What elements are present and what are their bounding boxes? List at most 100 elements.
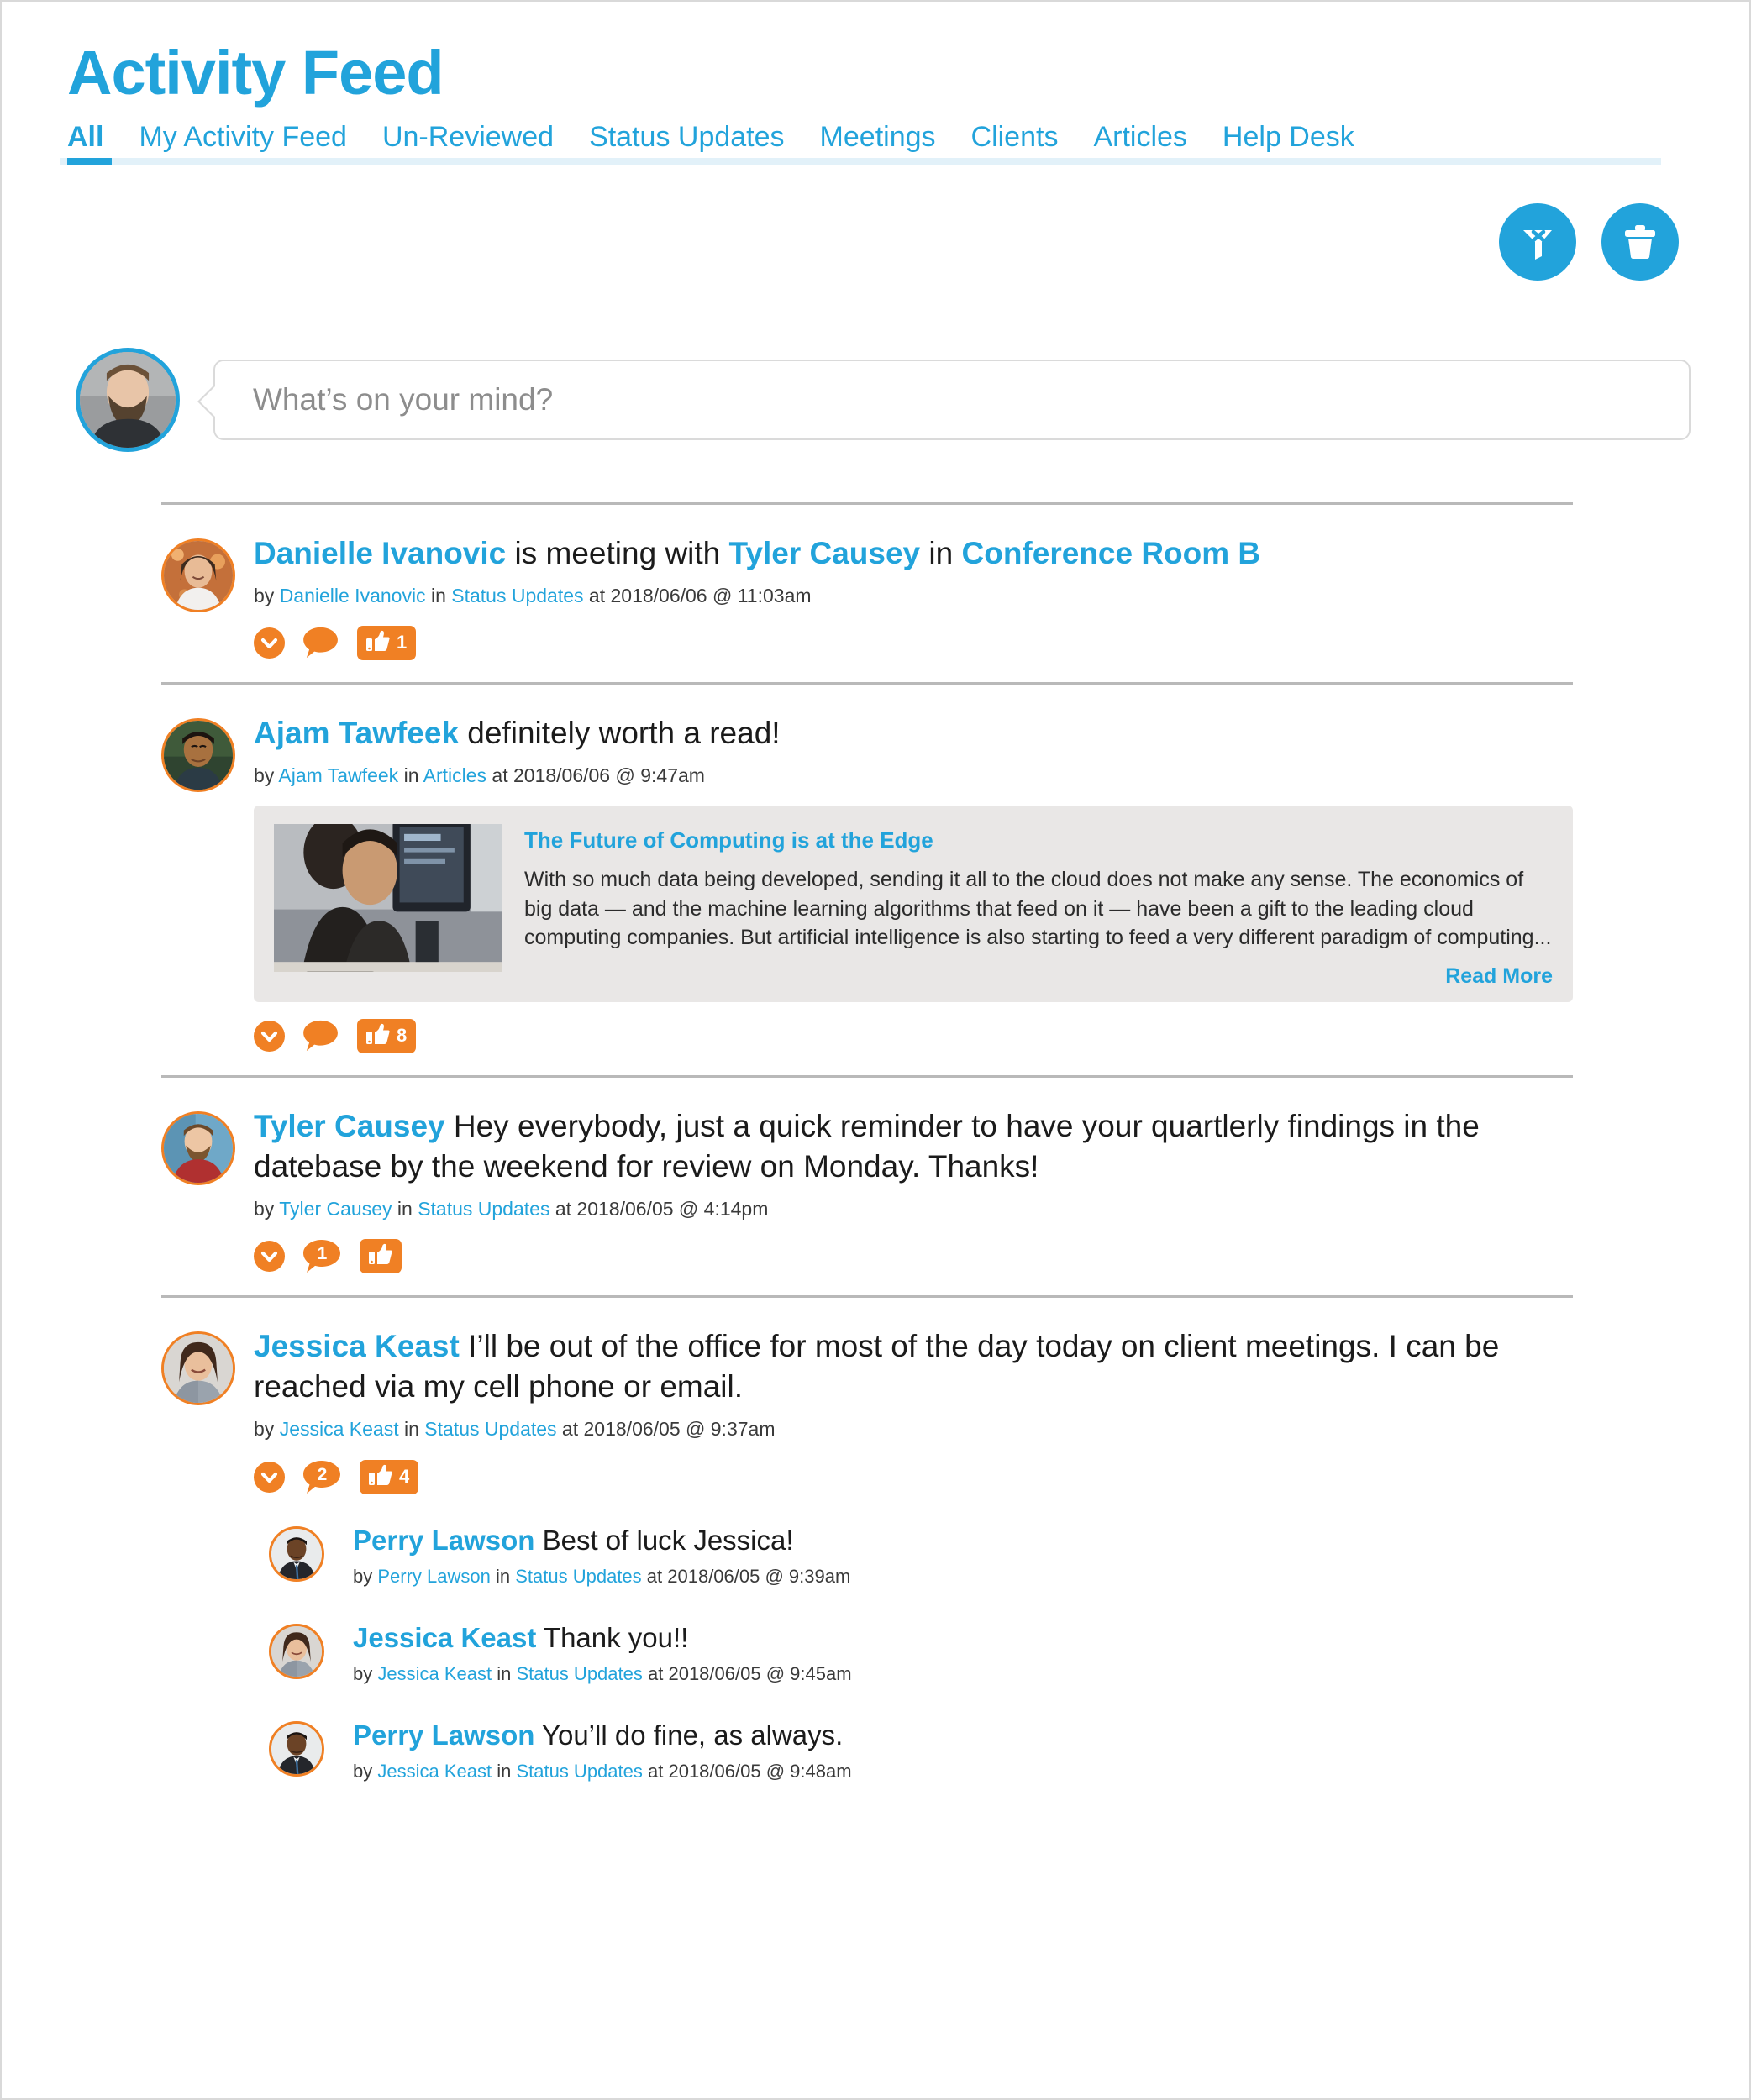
comment-author-link[interactable]: Jessica Keast	[353, 1622, 536, 1653]
article-thumbnail	[274, 824, 502, 973]
meta-in-label: in	[492, 1760, 517, 1782]
post-meta: by Jessica Keast in Status Updates at 20…	[254, 1415, 1573, 1442]
tab-list: All My Activity Feed Un-Reviewed Status Upd…	[67, 122, 1691, 158]
danielle-ivanovic-avatar[interactable]	[161, 538, 235, 612]
meta-author-link[interactable]: Danielle Ivanovic	[280, 585, 426, 606]
meta-timestamp: 2018/06/06 @ 9:47am	[513, 764, 705, 787]
like-button[interactable]: 1	[357, 625, 417, 660]
meta-author-link[interactable]: Ajam Tawfeek	[278, 764, 398, 786]
meta-category-link[interactable]: Status Updates	[424, 1418, 556, 1440]
tab-active-indicator	[67, 157, 112, 165]
article-title[interactable]: The Future of Computing is at the Edge	[524, 827, 1553, 853]
meta-author-link[interactable]: Jessica Keast	[280, 1418, 399, 1440]
ajam-tawfeek-avatar[interactable]	[161, 717, 235, 792]
tab-clients[interactable]: Clients	[971, 122, 1059, 153]
post-action-row: 1	[254, 1239, 1573, 1274]
meta-timestamp: 2018/06/05 @ 9:48am	[668, 1760, 852, 1782]
tab-all[interactable]: All	[67, 122, 103, 153]
meta-category-link[interactable]: Status Updates	[516, 1663, 642, 1684]
read-more-link[interactable]: Read More	[524, 964, 1553, 989]
comment-item: Perry Lawson You’ll do fine, as always. …	[254, 1718, 1573, 1785]
post-action-row: 2 4	[254, 1459, 1573, 1494]
chevron-down-circle-icon	[254, 627, 285, 659]
perry-lawson-avatar[interactable]	[269, 1525, 324, 1582]
comment-text: Perry Lawson Best of luck Jessica!	[353, 1524, 794, 1556]
like-button[interactable]	[360, 1239, 402, 1274]
jessica-keast-avatar[interactable]	[161, 1331, 235, 1406]
comment-author-link[interactable]: Perry Lawson	[353, 1525, 534, 1556]
mention-link[interactable]: Danielle Ivanovic	[254, 536, 506, 570]
jessica-keast-avatar[interactable]	[269, 1623, 324, 1679]
expand-post-button[interactable]	[254, 1461, 285, 1493]
feed-post: Danielle Ivanovic is meeting with Tyler …	[161, 505, 1573, 682]
mention-link[interactable]: Tyler Causey	[254, 1109, 445, 1143]
like-count: 1	[397, 632, 408, 654]
meta-by-label: by	[254, 1418, 280, 1441]
perry-lawson-avatar[interactable]	[269, 1720, 324, 1777]
post-text: Ajam Tawfeek definitely worth a read!	[254, 713, 1573, 753]
tab-un-reviewed[interactable]: Un-Reviewed	[382, 122, 554, 153]
meta-category-link[interactable]: Status Updates	[451, 585, 583, 606]
meta-in-label: in	[492, 1662, 517, 1684]
post-text: Danielle Ivanovic is meeting with Tyler …	[254, 533, 1573, 574]
feed-toolbar	[60, 202, 1691, 281]
current-user-avatar[interactable]	[76, 347, 180, 452]
mention-link[interactable]: Jessica Keast	[254, 1329, 460, 1363]
meta-author-link[interactable]: Perry Lawson	[377, 1566, 491, 1587]
tab-my-activity-feed[interactable]: My Activity Feed	[139, 122, 347, 153]
mention-link[interactable]: Ajam Tawfeek	[254, 716, 459, 750]
composer-input[interactable]: What’s on your mind?	[197, 359, 1691, 440]
meta-category-link[interactable]: Articles	[423, 764, 486, 786]
expand-post-button[interactable]	[254, 627, 285, 659]
meta-category-link[interactable]: Status Updates	[515, 1566, 641, 1587]
comment-meta: by Jessica Keast in Status Updates at 20…	[353, 1662, 1573, 1688]
tab-meetings[interactable]: Meetings	[820, 122, 936, 153]
meta-at-label: at	[642, 1760, 669, 1782]
comment-text: Perry Lawson You’ll do fine, as always.	[353, 1719, 844, 1751]
meta-by-label: by	[353, 1760, 378, 1782]
activity-feed-list: Danielle Ivanovic is meeting with Tyler …	[60, 501, 1691, 1812]
meta-in-label: in	[398, 764, 423, 787]
comment-button[interactable]	[303, 627, 339, 659]
meta-author-link[interactable]: Tyler Causey	[279, 1198, 392, 1220]
article-preview-card[interactable]: The Future of Computing is at the Edge W…	[254, 806, 1573, 1002]
meta-by-label: by	[254, 584, 280, 606]
meta-by-label: by	[353, 1662, 378, 1684]
comment-author-link[interactable]: Perry Lawson	[353, 1719, 534, 1751]
composer-placeholder: What’s on your mind?	[253, 381, 554, 417]
meta-timestamp: 2018/06/06 @ 11:03am	[610, 584, 812, 606]
meta-at-label: at	[556, 1418, 584, 1441]
thumbs-up-icon	[369, 1243, 392, 1269]
mention-link[interactable]: Conference Room B	[962, 536, 1261, 570]
delete-button[interactable]	[1601, 202, 1679, 281]
comment-button[interactable]: 1	[303, 1239, 341, 1273]
tab-status-updates[interactable]: Status Updates	[589, 122, 784, 153]
thumbs-up-icon	[366, 1023, 390, 1049]
meta-at-label: at	[641, 1565, 668, 1587]
post-composer: What’s on your mind?	[60, 347, 1691, 452]
post-meta: by Ajam Tawfeek in Articles at 2018/06/0…	[254, 762, 1573, 789]
clear-filter-button[interactable]	[1499, 202, 1576, 281]
tyler-causey-avatar[interactable]	[161, 1110, 235, 1185]
expand-post-button[interactable]	[254, 1241, 285, 1273]
like-button[interactable]: 8	[357, 1018, 417, 1053]
article-excerpt: With so much data being developed, sendi…	[524, 868, 1552, 950]
post-text-span: in	[920, 535, 962, 570]
meta-category-link[interactable]: Status Updates	[418, 1198, 549, 1220]
tab-help-desk[interactable]: Help Desk	[1223, 122, 1354, 153]
meta-at-label: at	[549, 1197, 577, 1220]
tab-articles[interactable]: Articles	[1093, 122, 1186, 153]
meta-author-link[interactable]: Jessica Keast	[377, 1761, 492, 1782]
mention-link[interactable]: Tyler Causey	[729, 536, 921, 570]
trash-icon	[1622, 223, 1659, 261]
comment-button[interactable]	[303, 1020, 339, 1052]
meta-category-link[interactable]: Status Updates	[516, 1761, 642, 1782]
meta-timestamp: 2018/06/05 @ 9:45am	[668, 1662, 852, 1684]
feed-post: Tyler Causey Hey everybody, just a quick…	[161, 1078, 1573, 1295]
like-button[interactable]: 4	[360, 1459, 419, 1494]
comment-button[interactable]: 2	[303, 1460, 341, 1494]
meta-in-label: in	[490, 1565, 516, 1587]
comment-bubble-icon	[303, 1020, 339, 1052]
expand-post-button[interactable]	[254, 1020, 285, 1052]
meta-author-link[interactable]: Jessica Keast	[377, 1663, 492, 1684]
